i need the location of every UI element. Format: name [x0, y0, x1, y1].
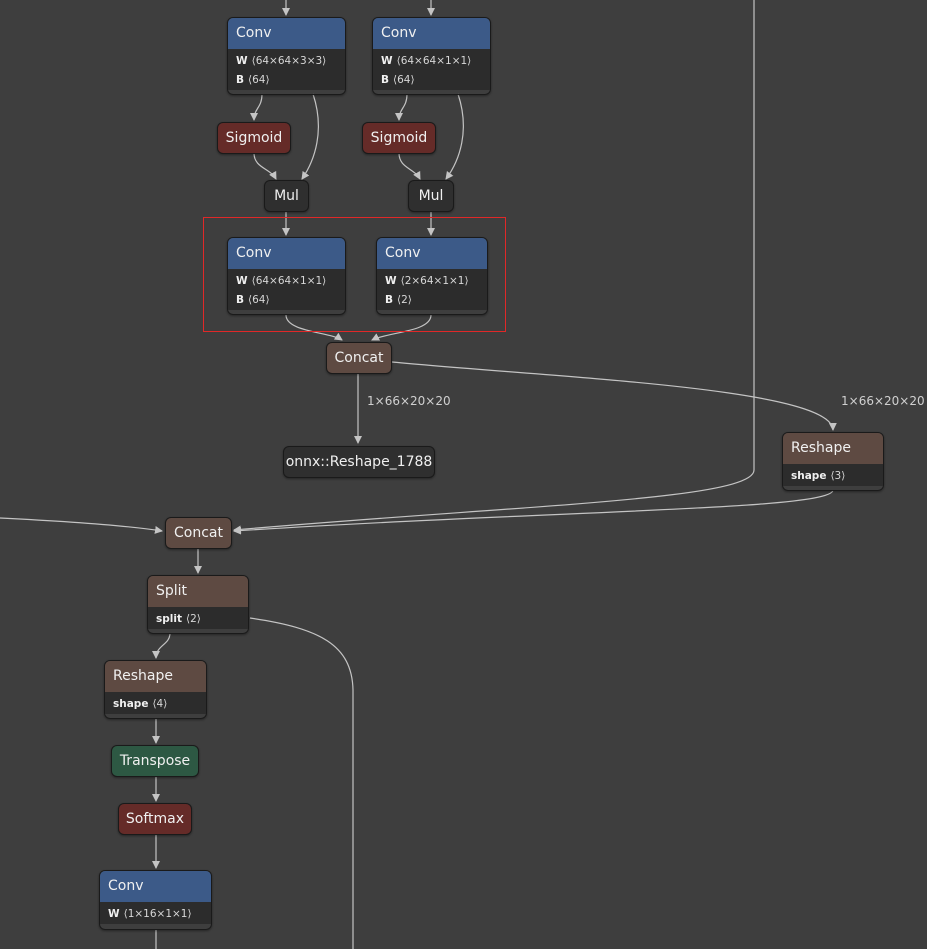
attr-key: W: [385, 275, 397, 287]
node-op-label: Reshape: [105, 661, 206, 692]
node-op-label: Conv: [100, 871, 211, 902]
attr-bias: B ⟨64⟩: [236, 291, 345, 310]
attr-value: ⟨64⟩: [393, 74, 415, 86]
edge-conv-mul-left: [301, 93, 319, 180]
attr-value: ⟨64⟩: [248, 74, 270, 86]
attr-weight: W ⟨1×16×1×1⟩: [108, 905, 211, 924]
attr-key: B: [236, 74, 245, 86]
edge-sigmoid-mul-right: [398, 152, 421, 180]
conv-node-top-left[interactable]: Conv W ⟨64×64×3×3⟩ B ⟨64⟩: [227, 17, 346, 95]
attr-split: split ⟨2⟩: [156, 610, 248, 629]
edge-conv-mul-right: [445, 93, 464, 180]
attr-key: B: [385, 294, 394, 306]
sigmoid-node-left[interactable]: Sigmoid: [217, 122, 291, 154]
edge-label-output-shape: 1×66×20×20: [367, 394, 451, 408]
attr-value: ⟨1×16×1×1⟩: [123, 908, 192, 920]
node-op-label: Reshape: [783, 433, 883, 464]
attr-key: B: [381, 74, 390, 86]
edge-conv-sigmoid-right: [395, 93, 408, 121]
attr-weight: W ⟨2×64×1×1⟩: [385, 272, 487, 291]
reshape-node-right[interactable]: Reshape shape ⟨3⟩: [782, 432, 884, 491]
conv-node-selected-right[interactable]: Conv W ⟨2×64×1×1⟩ B ⟨2⟩: [376, 237, 488, 315]
attr-value: ⟨4⟩: [152, 698, 168, 710]
edge-reshape-concat: [233, 489, 834, 535]
conv-node-bottom[interactable]: Conv W ⟨1×16×1×1⟩: [99, 870, 212, 930]
split-node[interactable]: Split split ⟨2⟩: [147, 575, 249, 634]
attr-shape: shape ⟨4⟩: [113, 695, 206, 714]
conv-node-selected-left[interactable]: Conv W ⟨64×64×1×1⟩ B ⟨64⟩: [227, 237, 346, 315]
attr-key: W: [381, 55, 393, 67]
attr-weight: W ⟨64×64×1×1⟩: [381, 52, 490, 71]
node-op-label: Split: [148, 576, 248, 607]
attr-key: W: [236, 275, 248, 287]
concat-node-top[interactable]: Concat: [326, 342, 392, 374]
node-op-label: Conv: [373, 18, 490, 49]
attr-value: ⟨2⟩: [185, 613, 201, 625]
edge-left-concat: [0, 517, 163, 534]
attr-value: ⟨64×64×1×1⟩: [251, 275, 327, 287]
node-op-label: Conv: [228, 18, 345, 49]
node-op-label: Conv: [228, 238, 345, 269]
softmax-node[interactable]: Softmax: [118, 803, 192, 835]
attr-value: ⟨2×64×1×1⟩: [400, 275, 469, 287]
attr-key: W: [108, 908, 120, 920]
attr-value: ⟨3⟩: [830, 470, 846, 482]
edge-label-reshape-shape: 1×66×20×20: [841, 394, 925, 408]
reshape-node-left[interactable]: Reshape shape ⟨4⟩: [104, 660, 207, 719]
conv-node-top-right[interactable]: Conv W ⟨64×64×1×1⟩ B ⟨64⟩: [372, 17, 491, 95]
mul-node-right[interactable]: Mul: [408, 180, 454, 212]
attr-key: shape: [791, 470, 827, 482]
node-op-label: Conv: [377, 238, 487, 269]
attr-weight: W ⟨64×64×1×1⟩: [236, 272, 345, 291]
concat-node-bottom[interactable]: Concat: [165, 517, 232, 549]
output-node-reshape-1788[interactable]: onnx::Reshape_1788: [283, 446, 435, 478]
attr-bias: B ⟨64⟩: [381, 71, 490, 90]
attr-value: ⟨64×64×3×3⟩: [251, 55, 327, 67]
edge-concat-reshape-right: [391, 361, 837, 431]
attr-key: B: [236, 294, 245, 306]
attr-key: W: [236, 55, 248, 67]
attr-shape: shape ⟨3⟩: [791, 467, 883, 486]
attr-key: shape: [113, 698, 149, 710]
attr-bias: B ⟨2⟩: [385, 291, 487, 310]
edge-split-down: [249, 617, 354, 949]
attr-bias: B ⟨64⟩: [236, 71, 345, 90]
attr-key: split: [156, 613, 182, 625]
mul-node-left[interactable]: Mul: [264, 180, 309, 212]
edge-split-reshape: [152, 632, 171, 659]
attr-weight: W ⟨64×64×3×3⟩: [236, 52, 345, 71]
sigmoid-node-right[interactable]: Sigmoid: [362, 122, 436, 154]
attr-value: ⟨2⟩: [397, 294, 412, 306]
attr-value: ⟨64×64×1×1⟩: [396, 55, 472, 67]
edge-sigmoid-mul-left: [253, 152, 277, 180]
attr-value: ⟨64⟩: [248, 294, 270, 306]
edge-conv-sigmoid-left: [250, 93, 263, 121]
transpose-node[interactable]: Transpose: [111, 745, 199, 777]
